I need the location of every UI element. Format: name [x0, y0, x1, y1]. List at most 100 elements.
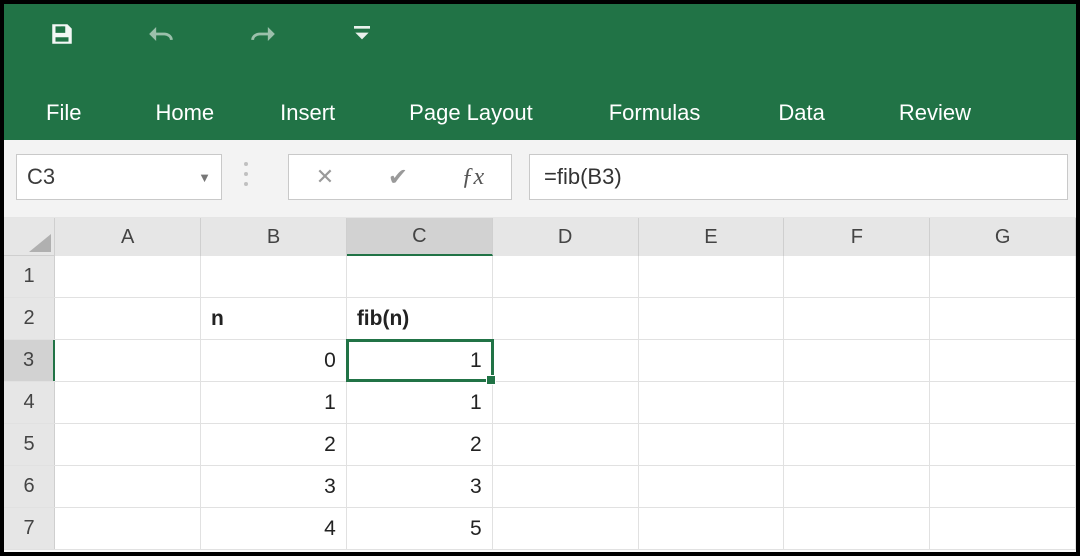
cell-E5[interactable]	[639, 424, 785, 465]
table-row: 7 45	[4, 508, 1076, 550]
cell-E3[interactable]	[639, 340, 785, 381]
redo-icon[interactable]	[248, 20, 276, 48]
cell-C2[interactable]: fib(n)	[347, 298, 493, 339]
cancel-icon[interactable]: ✕	[316, 164, 334, 190]
cell-G3[interactable]	[930, 340, 1076, 381]
cell-C7[interactable]: 5	[347, 508, 493, 549]
cell-G6[interactable]	[930, 466, 1076, 507]
cell-B6[interactable]: 3	[201, 466, 347, 507]
row-header-4[interactable]: 4	[4, 382, 55, 423]
table-row: 6 33	[4, 466, 1076, 508]
cell-F3[interactable]	[784, 340, 930, 381]
cell-G7[interactable]	[930, 508, 1076, 549]
undo-icon[interactable]	[148, 20, 176, 48]
name-box-value: C3	[27, 164, 55, 190]
cell-B5[interactable]: 2	[201, 424, 347, 465]
table-row: 2 nfib(n)	[4, 298, 1076, 340]
cell-A5[interactable]	[55, 424, 201, 465]
cell-A2[interactable]	[55, 298, 201, 339]
cell-C1[interactable]	[347, 256, 493, 297]
cell-D5[interactable]	[493, 424, 639, 465]
cell-D3[interactable]	[493, 340, 639, 381]
fill-handle[interactable]	[486, 375, 496, 385]
enter-icon[interactable]: ✔	[388, 163, 408, 192]
col-header-A[interactable]: A	[55, 218, 201, 256]
formula-controls: ✕ ✔ ƒx	[288, 154, 512, 200]
cell-A1[interactable]	[55, 256, 201, 297]
rows: 12nfib(n)301411522633745	[4, 256, 1076, 550]
cell-D7[interactable]	[493, 508, 639, 549]
cell-F7[interactable]	[784, 508, 930, 549]
column-headers: A B C D E F G	[4, 218, 1076, 256]
cell-G4[interactable]	[930, 382, 1076, 423]
ribbon: File Home Insert Page Layout Formulas Da…	[4, 4, 1076, 140]
cell-F4[interactable]	[784, 382, 930, 423]
customize-qat-icon[interactable]	[348, 20, 376, 48]
cell-C4[interactable]: 1	[347, 382, 493, 423]
formula-bar-area: C3 ▼ ✕ ✔ ƒx =fib(B3)	[4, 140, 1076, 218]
col-header-C[interactable]: C	[347, 218, 493, 256]
row-header-1[interactable]: 1	[4, 256, 55, 297]
cell-A6[interactable]	[55, 466, 201, 507]
select-all-corner[interactable]	[4, 218, 55, 256]
cell-E2[interactable]	[639, 298, 785, 339]
cell-B7[interactable]: 4	[201, 508, 347, 549]
cell-F2[interactable]	[784, 298, 930, 339]
worksheet[interactable]: A B C D E F G 12nfib(n)301411522633745	[4, 218, 1076, 550]
tab-home[interactable]: Home	[155, 100, 214, 126]
tab-insert[interactable]: Insert	[280, 100, 335, 126]
chevron-down-icon[interactable]: ▼	[198, 170, 211, 185]
cell-E7[interactable]	[639, 508, 785, 549]
cell-C5[interactable]: 2	[347, 424, 493, 465]
cell-F6[interactable]	[784, 466, 930, 507]
col-header-E[interactable]: E	[639, 218, 785, 256]
cell-B1[interactable]	[201, 256, 347, 297]
cell-D2[interactable]	[493, 298, 639, 339]
ribbon-tabs: File Home Insert Page Layout Formulas Da…	[46, 100, 971, 126]
cell-A3[interactable]	[55, 340, 201, 381]
cell-E1[interactable]	[639, 256, 785, 297]
row-header-3[interactable]: 3	[4, 340, 55, 381]
split-handle[interactable]	[244, 162, 248, 186]
cell-D6[interactable]	[493, 466, 639, 507]
col-header-D[interactable]: D	[493, 218, 639, 256]
cell-B3[interactable]: 0	[201, 340, 347, 381]
cell-F1[interactable]	[784, 256, 930, 297]
save-icon[interactable]	[48, 20, 76, 48]
cell-A7[interactable]	[55, 508, 201, 549]
row-header-5[interactable]: 5	[4, 424, 55, 465]
cell-B4[interactable]: 1	[201, 382, 347, 423]
cell-G5[interactable]	[930, 424, 1076, 465]
row-header-6[interactable]: 6	[4, 466, 55, 507]
col-header-F[interactable]: F	[784, 218, 930, 256]
tab-file[interactable]: File	[46, 100, 81, 126]
quick-access-toolbar	[48, 20, 376, 48]
row-header-7[interactable]: 7	[4, 508, 55, 549]
cell-F5[interactable]	[784, 424, 930, 465]
col-header-G[interactable]: G	[930, 218, 1076, 256]
formula-input[interactable]: =fib(B3)	[529, 154, 1068, 200]
table-row: 3 01	[4, 340, 1076, 382]
cell-E6[interactable]	[639, 466, 785, 507]
tab-page-layout[interactable]: Page Layout	[409, 100, 533, 126]
cell-D1[interactable]	[493, 256, 639, 297]
name-box[interactable]: C3 ▼	[16, 154, 222, 200]
fx-icon[interactable]: ƒx	[462, 164, 485, 191]
cell-C3[interactable]: 1	[347, 340, 493, 381]
cell-D4[interactable]	[493, 382, 639, 423]
excel-window: File Home Insert Page Layout Formulas Da…	[0, 0, 1080, 556]
table-row: 5 22	[4, 424, 1076, 466]
tab-data[interactable]: Data	[778, 100, 824, 126]
col-header-B[interactable]: B	[201, 218, 347, 256]
cell-G1[interactable]	[930, 256, 1076, 297]
cell-A4[interactable]	[55, 382, 201, 423]
formula-text: =fib(B3)	[544, 164, 622, 190]
row-header-2[interactable]: 2	[4, 298, 55, 339]
cell-B2[interactable]: n	[201, 298, 347, 339]
cell-G2[interactable]	[930, 298, 1076, 339]
cell-E4[interactable]	[639, 382, 785, 423]
cell-C6[interactable]: 3	[347, 466, 493, 507]
tab-review[interactable]: Review	[899, 100, 971, 126]
table-row: 1	[4, 256, 1076, 298]
tab-formulas[interactable]: Formulas	[609, 100, 701, 126]
